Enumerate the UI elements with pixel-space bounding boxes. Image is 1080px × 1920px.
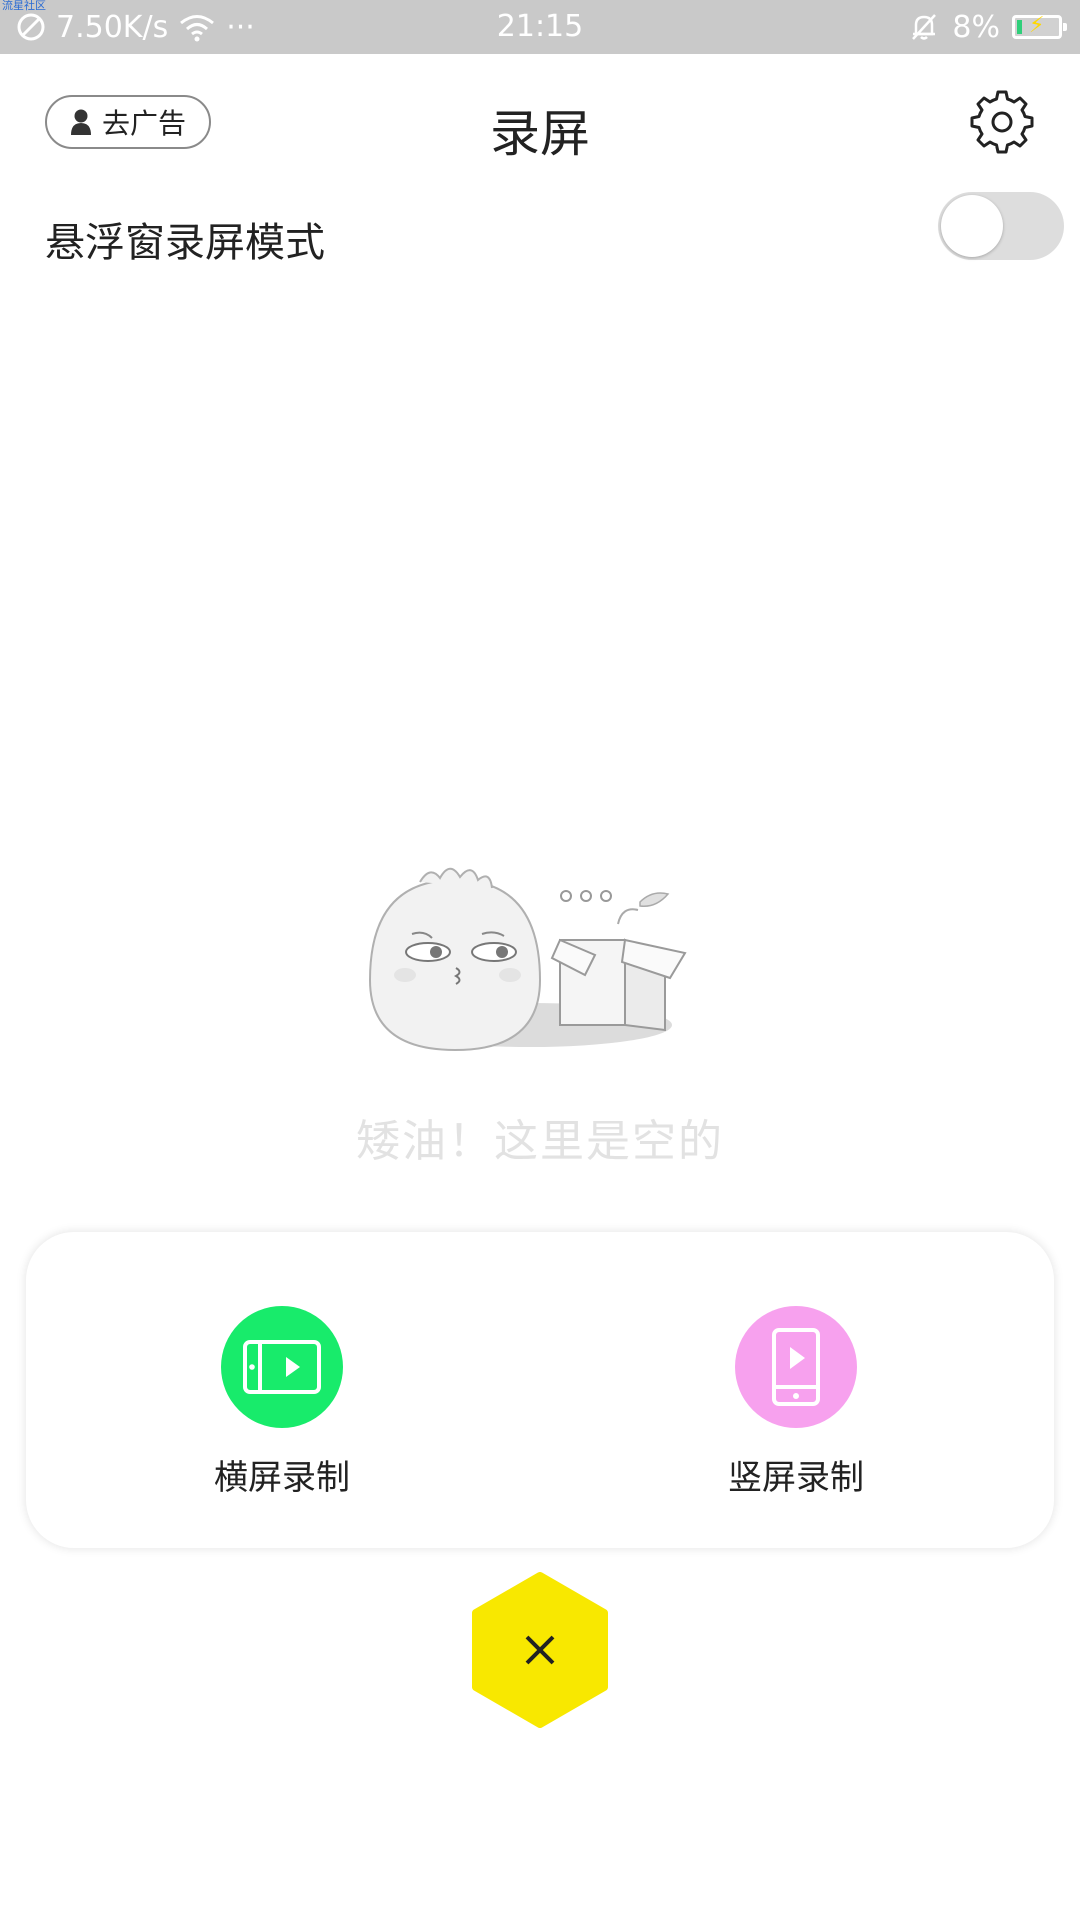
person-icon	[70, 109, 91, 135]
battery-percent: 8%	[952, 9, 1000, 45]
remove-ads-button[interactable]: 去广告	[45, 95, 211, 149]
float-mode-label: 悬浮窗录屏模式	[45, 220, 325, 266]
network-speed: 7.50K/s	[56, 9, 169, 45]
gear-icon[interactable]	[970, 90, 1034, 154]
record-options-card: 横屏录制 竖屏录制	[26, 1232, 1054, 1548]
toggle-knob	[941, 195, 1003, 257]
landscape-video-icon	[243, 1340, 321, 1394]
close-button[interactable]	[470, 1572, 610, 1728]
float-mode-toggle[interactable]	[938, 192, 1064, 260]
no-sim-icon	[17, 13, 45, 41]
portrait-video-icon	[772, 1328, 820, 1406]
status-bar: 流星社区 7.50K/s ··· 21:15 8% ⚡	[0, 0, 1080, 54]
landscape-record-circle	[221, 1306, 343, 1428]
app-header: 去广告 录屏	[0, 54, 1080, 194]
more-icon: ···	[226, 9, 255, 45]
landscape-record-button[interactable]: 横屏录制	[152, 1306, 412, 1506]
landscape-record-label: 横屏录制	[214, 1458, 350, 1498]
status-right: 8% ⚡	[908, 0, 1067, 54]
battery-icon: ⚡	[1012, 13, 1067, 39]
portrait-record-button[interactable]: 竖屏录制	[666, 1306, 926, 1506]
wifi-icon	[180, 15, 215, 42]
muted-bell-icon	[912, 14, 937, 40]
float-mode-row: 悬浮窗录屏模式	[0, 190, 1080, 270]
status-left: 7.50K/s ···	[16, 0, 255, 54]
portrait-record-circle	[735, 1306, 857, 1428]
portrait-record-label: 竖屏录制	[728, 1458, 864, 1498]
remove-ads-label: 去广告	[101, 107, 186, 140]
empty-message: 矮油！这里是空的	[356, 1116, 724, 1167]
empty-illustration	[368, 867, 687, 1052]
